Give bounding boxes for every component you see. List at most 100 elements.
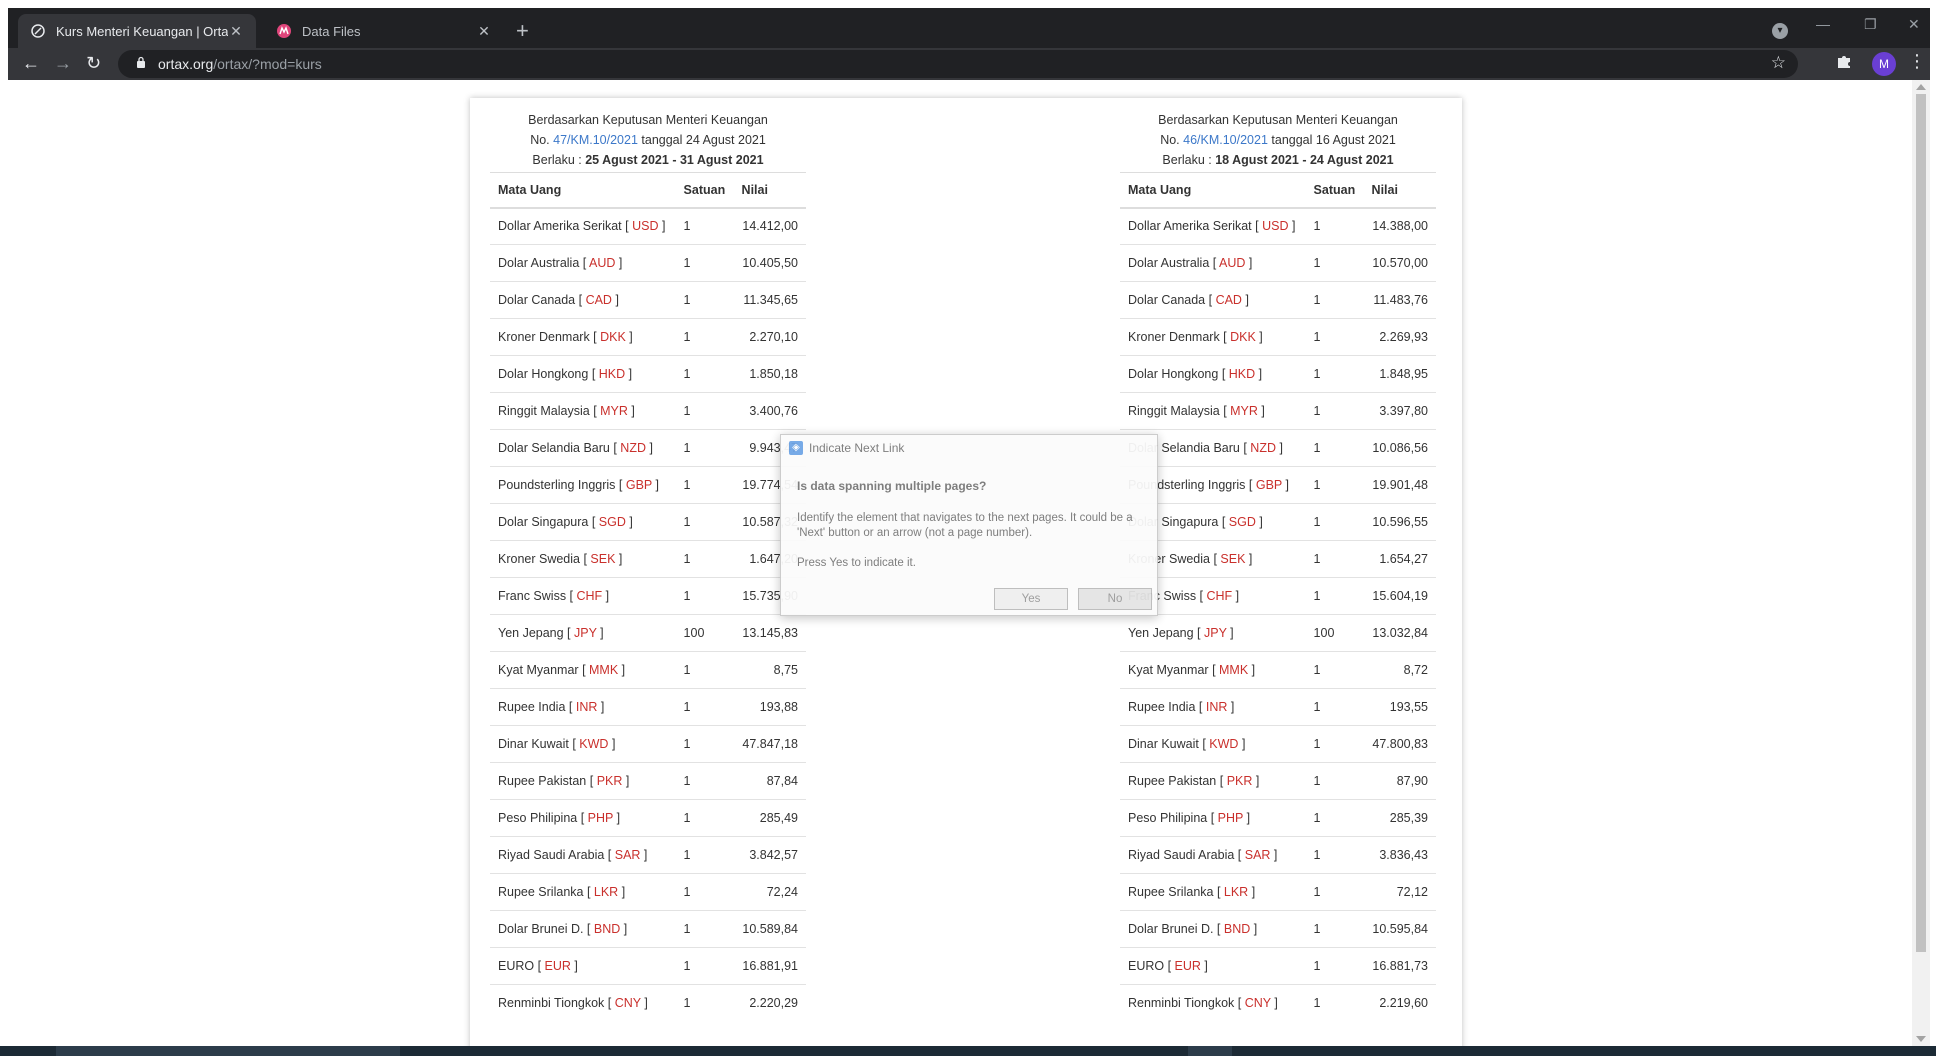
unit-cell: 1 (1305, 836, 1364, 874)
currency-cell: Franc Swiss [ CHF ] (490, 577, 676, 615)
table-row: Yen Jepang [ JPY ] 100 13.032,84 (1120, 614, 1436, 652)
bookmark-star-icon[interactable]: ☆ (1771, 53, 1786, 73)
close-tab-icon[interactable]: ✕ (228, 23, 244, 40)
new-tab-icon[interactable]: + (516, 20, 529, 42)
value-cell: 14.412,00 (733, 207, 806, 245)
value-cell: 285,39 (1363, 799, 1436, 837)
currency-code: INR (575, 700, 598, 714)
decree-number-line: No. 47/KM.10/2021 tanggal 24 Agust 2021 (490, 130, 806, 150)
unit-cell: 1 (1305, 910, 1364, 948)
currency-code: USD (632, 219, 659, 234)
minimize-icon[interactable]: — (1816, 16, 1830, 32)
berlaku-range: 18 Agust 2021 - 24 Agust 2021 (1215, 153, 1394, 167)
unit-cell: 1 (675, 947, 734, 985)
unit-cell: 1 (1305, 540, 1364, 578)
taskbar-app[interactable] (1188, 1046, 1232, 1056)
table-row: Rupee Srilanka [ LKR ] 1 72,24 (490, 873, 806, 911)
currency-code: PKR (1226, 774, 1253, 788)
table-row: Ringgit Malaysia [ MYR ] 1 3.397,80 (1120, 392, 1436, 430)
col-mata-uang: Mata Uang (490, 172, 676, 209)
unit-cell: 1 (675, 577, 734, 615)
back-icon[interactable]: ← (22, 52, 40, 74)
scroll-down-icon[interactable] (1916, 1036, 1926, 1042)
table-row: Rupee Pakistan [ PKR ] 1 87,84 (490, 762, 806, 800)
decree-header: Berdasarkan Keputusan Menteri Keuangan N… (1120, 110, 1436, 170)
close-tab-icon[interactable]: ✕ (476, 23, 492, 40)
decree-link[interactable]: 47/KM.10/2021 (553, 133, 638, 147)
currency-code: NZD (620, 441, 646, 455)
table-row: Kroner Swedia [ SEK ] 1 1.654,27 (1120, 540, 1436, 578)
value-cell: 2.220,29 (733, 984, 806, 1022)
currency-cell: EURO [ EUR ] (1120, 947, 1306, 985)
unit-cell: 1 (675, 540, 734, 578)
extensions-puzzle-icon[interactable] (1836, 53, 1852, 74)
col-mata-uang: Mata Uang (1120, 172, 1306, 209)
forward-icon[interactable]: → (54, 52, 72, 74)
table-row: Poundsterling Inggris [ GBP ] 1 19.901,48 (1120, 466, 1436, 504)
currency-name: EURO (1128, 959, 1165, 973)
currency-cell: Dolar Canada [ CAD ] (490, 281, 676, 319)
table-row: Renminbi Tiongkok [ CNY ] 1 2.220,29 (490, 984, 806, 1022)
profile-avatar[interactable]: M (1872, 52, 1896, 76)
currency-code: CHF (576, 589, 603, 603)
scrollbar-thumb[interactable] (1916, 94, 1926, 952)
table-row: Dolar Singapura [ SGD ] 1 10.596,55 (1120, 503, 1436, 541)
currency-cell: Dolar Hongkong [ HKD ] (490, 355, 676, 393)
currency-name: Dolar Australia (1128, 256, 1210, 270)
currency-cell: Dollar Amerika Serikat [ USD ] (1120, 207, 1306, 245)
no-prefix: No. (1160, 133, 1184, 147)
close-window-icon[interactable]: ✕ (1908, 16, 1920, 33)
table-row: Franc Swiss [ CHF ] 1 15.735,90 (490, 577, 806, 615)
lock-icon (137, 56, 145, 68)
address-bar[interactable]: ortax.org/ortax/?mod=kurs ☆ (118, 50, 1798, 78)
browser-toolbar: ← → ↻ ortax.org/ortax/?mod=kurs ☆ M ⋮ (8, 48, 1930, 80)
currency-code: USD (1262, 219, 1289, 234)
currency-cell: Dolar Australia [ AUD ] (1120, 244, 1306, 282)
value-cell: 193,88 (733, 688, 806, 726)
currency-code: KWD (1209, 737, 1239, 751)
value-cell: 10.570,00 (1363, 244, 1436, 282)
value-cell: 1.848,95 (1363, 355, 1436, 393)
currency-name: Renminbi Tiongkok (498, 996, 605, 1011)
currency-code: CHF (1206, 589, 1233, 603)
currency-code: AUD (589, 256, 616, 270)
currency-cell: Dollar Amerika Serikat [ USD ] (490, 207, 676, 245)
no-button[interactable]: No (1078, 588, 1152, 610)
currency-name: Dolar Singapura (498, 515, 589, 529)
unit-cell: 1 (675, 429, 734, 467)
table-row: Riyad Saudi Arabia [ SAR ] 1 3.842,57 (490, 836, 806, 874)
tab-data-files[interactable]: Data Files ✕ (264, 14, 504, 48)
unit-cell: 1 (675, 503, 734, 541)
value-cell: 87,90 (1363, 762, 1436, 800)
decree-link[interactable]: 46/KM.10/2021 (1183, 133, 1268, 147)
value-cell: 3.400,76 (733, 392, 806, 430)
table-row: Dolar Singapura [ SGD ] 1 10.587,32 (490, 503, 806, 541)
reload-icon[interactable]: ↻ (86, 52, 101, 74)
yes-button[interactable]: Yes (994, 588, 1068, 610)
vertical-scrollbar[interactable] (1912, 80, 1930, 1046)
url-path: /ortax/?mod=kurs (213, 56, 322, 72)
tab-kurs[interactable]: Kurs Menteri Keuangan | Ortax - ✕ (18, 14, 256, 48)
restore-icon[interactable]: ❐ (1864, 16, 1877, 33)
decree-header: Berdasarkan Keputusan Menteri Keuangan N… (490, 110, 806, 170)
value-cell: 285,49 (733, 799, 806, 837)
unit-cell: 1 (675, 392, 734, 430)
currency-name: Rupee Pakistan (498, 774, 587, 788)
scroll-up-icon[interactable] (1916, 84, 1926, 90)
dialog-title-bar: ◈ Indicate Next Link (789, 441, 904, 455)
taskbar-search[interactable] (56, 1046, 400, 1056)
tab-search-icon[interactable]: ▾ (1772, 23, 1788, 39)
currency-code: CNY (1244, 996, 1271, 1011)
currency-name: Dinar Kuwait (498, 737, 569, 751)
table-row: Dolar Australia [ AUD ] 1 10.405,50 (490, 244, 806, 282)
table-row: Kyat Myanmar [ MMK ] 1 8,72 (1120, 651, 1436, 689)
currency-name: Rupee Srilanka (498, 885, 584, 899)
table-row: Rupee India [ INR ] 1 193,88 (490, 688, 806, 726)
unit-cell: 1 (675, 466, 734, 504)
value-cell: 15.604,19 (1363, 577, 1436, 615)
currency-name: Dolar Canada (498, 293, 576, 307)
unit-cell: 1 (1305, 429, 1364, 467)
table-row: Dollar Amerika Serikat [ USD ] 1 14.412,00 (490, 207, 806, 245)
kebab-menu-icon[interactable]: ⋮ (1908, 51, 1926, 72)
currency-code: AUD (1219, 256, 1246, 270)
